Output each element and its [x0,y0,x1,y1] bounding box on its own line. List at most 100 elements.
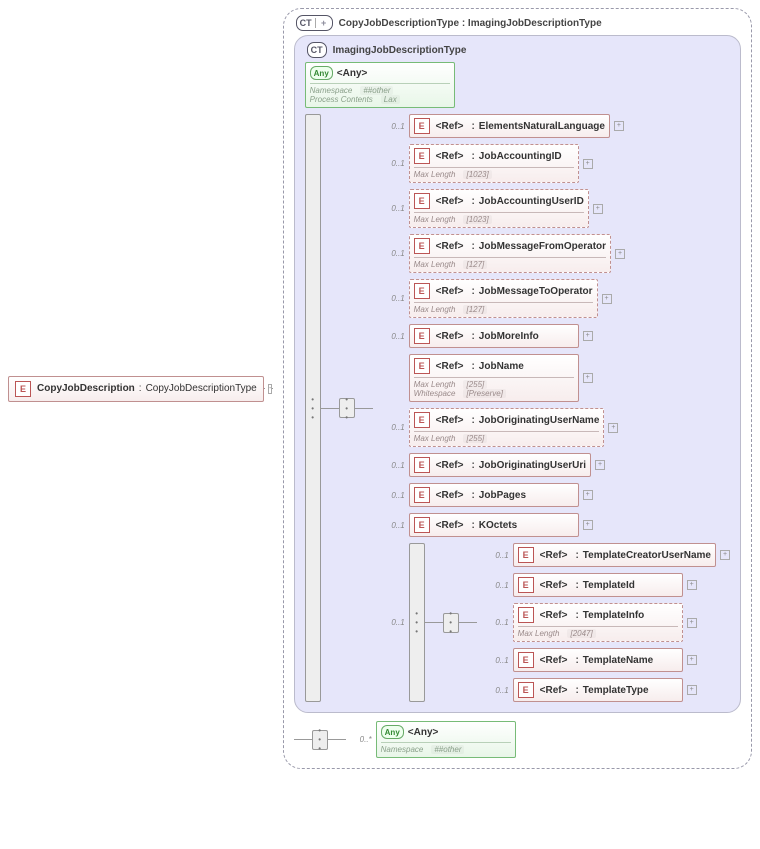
cardinality: 0..1 [379,159,405,168]
separator: : [471,151,474,162]
element-badge: E [414,238,430,254]
separator: : [471,415,474,426]
namespace-label: Namespace [381,745,424,754]
expand-stub[interactable]: + [687,655,697,665]
inner-ct-title: ImagingJobDescriptionType [333,45,467,56]
separator: : [471,241,474,252]
element-badge: E [414,118,430,134]
child-row: 0..1E<Ref>:TemplateType+ [483,678,730,702]
ref-box: E<Ref>:JobMessageToOperatorMax Length[12… [409,279,598,318]
ref-label: <Ref> [540,610,568,621]
maxlen-value: [2047] [567,629,595,638]
ref-label: <Ref> [436,520,464,531]
element-badge: E [414,358,430,374]
child-row: 0..1E<Ref>:JobMoreInfo+ [379,324,730,348]
expand-stub[interactable]: + [687,685,697,695]
expand-stub[interactable]: + [595,460,605,470]
expand-stub[interactable]: + [687,618,697,628]
expand-stub[interactable]: + [615,249,625,259]
cardinality: 0..1 [483,551,509,560]
expand-stub[interactable]: + [583,490,593,500]
any-bottom: Any <Any> Namespace ##other [376,721,516,758]
separator: : [471,121,474,132]
ref-name: ElementsNaturalLanguage [479,121,605,132]
expand-stub[interactable]: + [608,423,618,433]
choice-icon: • [312,730,328,750]
ref-name: KOctets [479,520,517,531]
cardinality: 0..* [346,735,372,744]
choice-icon: • [339,398,355,418]
ref-label: <Ref> [540,655,568,666]
separator: : [471,361,474,372]
expand-stub[interactable]: + [583,159,593,169]
process-label: Process Contents [310,95,373,104]
expand-stub[interactable]: + [687,580,697,590]
process-value: Lax [381,95,400,104]
ref-name: JobMessageToOperator [479,286,593,297]
cardinality: 0..1 [483,656,509,665]
ref-box: E <Ref>: KOctets [409,513,579,537]
element-badge: E [414,328,430,344]
maxlen-label: Max Length [414,305,456,314]
outer-ct-title: CopyJobDescriptionType : ImagingJobDescr… [339,18,602,29]
element-badge: E [414,412,430,428]
ref-box: E<Ref>:JobAccountingUserIDMax Length[102… [409,189,589,228]
namespace-value: ##other [360,86,393,95]
namespace-label: Namespace [310,86,353,95]
expand-stub[interactable]: + [602,294,612,304]
expand-stub[interactable]: + [583,520,593,530]
separator: : [471,196,474,207]
children-list: 0..1E<Ref>:ElementsNaturalLanguage+0..1E… [379,114,730,702]
separator: : [471,490,474,501]
ref-label: <Ref> [540,580,568,591]
ref-label: <Ref> [436,490,464,501]
any-label: <Any> [408,727,439,738]
ref-name: JobMessageFromOperator [479,241,606,252]
expand-stub[interactable]: + [720,550,730,560]
expand-stub[interactable]: + [583,331,593,341]
separator: : [575,550,578,561]
ref-box: E<Ref>:JobMessageFromOperatorMax Length[… [409,234,611,273]
outer-complex-type: CT CopyJobDescriptionType : ImagingJobDe… [283,8,752,769]
expand-stub[interactable]: + [614,121,624,131]
cardinality: 0..1 [379,521,405,530]
separator: : [575,685,578,696]
ref-label: <Ref> [436,361,464,372]
child-row: E<Ref>:JobNameMax Length[255]Whitespace[… [379,354,730,402]
element-badge: E [414,517,430,533]
ref-label: <Ref> [436,415,464,426]
maxlen-label: Max Length [414,380,456,389]
maxlen-label: Max Length [518,629,560,638]
element-badge: E [414,148,430,164]
maxlen-value: [127] [463,305,487,314]
child-row: 0..1E<Ref>:JobPages+ [379,483,730,507]
diagram-root: E CopyJobDescription : CopyJobDescriptio… [8,8,752,769]
child-row: 0..1E<Ref>:JobOriginatingUserUri+ [379,453,730,477]
any-label: <Any> [337,68,368,79]
any-badge: Any [310,66,333,80]
sequence-block: • • 0..1E<Ref>:ElementsNaturalLanguage+0… [305,114,730,702]
connector [321,408,339,409]
ref-box: E<Ref>:TemplateType [513,678,683,702]
ref-label: <Ref> [436,460,464,471]
separator: : [471,460,474,471]
connector [355,408,373,409]
maxlen-value: [1023] [463,215,491,224]
child-row: 0..1E<Ref>:ElementsNaturalLanguage+ [379,114,730,138]
ref-box: E<Ref>:TemplateId [513,573,683,597]
expand-stub[interactable]: + [583,373,593,383]
maxlen-value: [127] [463,260,487,269]
outer-ct-header: CT CopyJobDescriptionType : ImagingJobDe… [294,15,741,31]
separator: : [471,520,474,531]
ref-label: <Ref> [436,331,464,342]
maxlen-value: [255] [463,434,487,443]
ref-box: E<Ref>:ElementsNaturalLanguage [409,114,610,138]
maxlen-value: [255] [463,380,487,389]
ref-name: TemplateInfo [583,610,644,621]
child-row: 0..1E<Ref>:JobAccountingUserIDMax Length… [379,189,730,228]
colon: : [139,383,142,394]
connector [294,739,312,740]
expand-stub[interactable]: + [593,204,603,214]
element-badge: E [414,487,430,503]
separator: : [575,610,578,621]
